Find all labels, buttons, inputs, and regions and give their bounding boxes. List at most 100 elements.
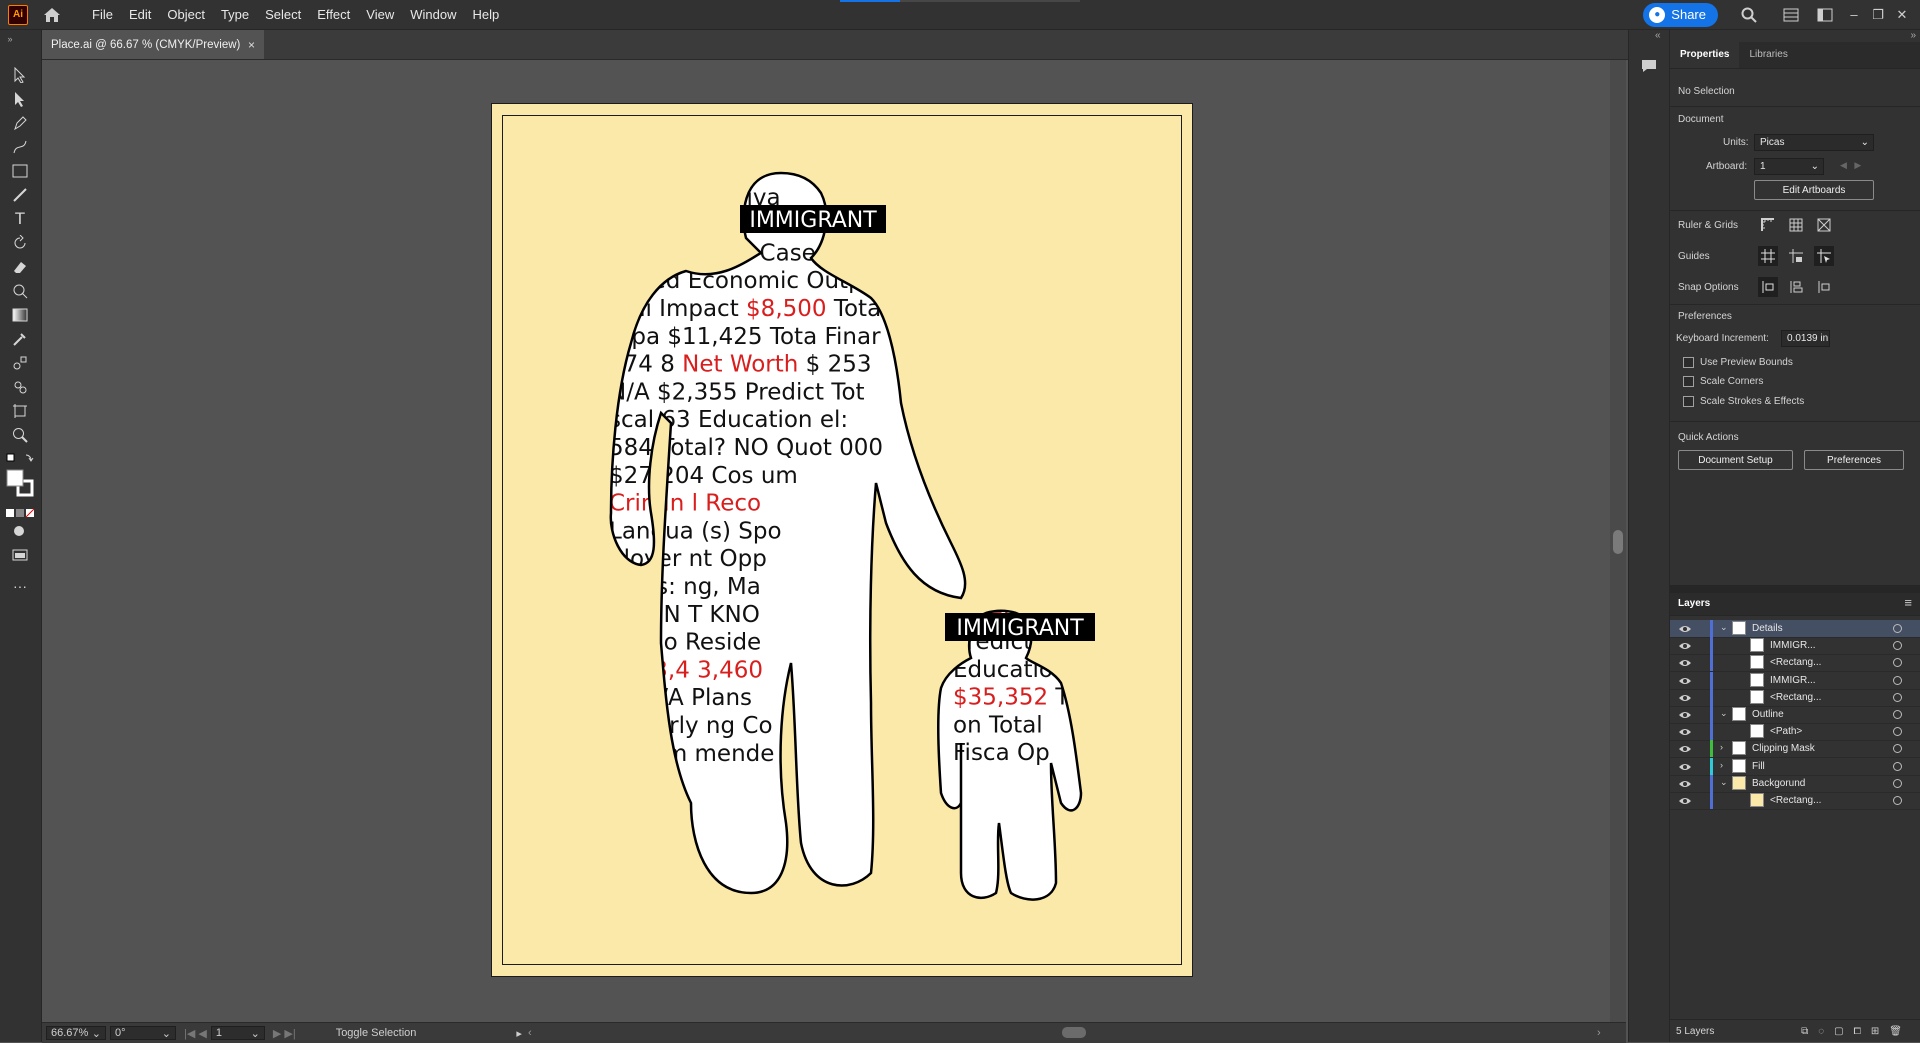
visibility-eye-icon[interactable] — [1678, 762, 1692, 774]
layer-row[interactable]: ⌄ Outline — [1670, 706, 1920, 724]
visibility-eye-icon[interactable] — [1678, 641, 1692, 653]
horizontal-scroll-thumb[interactable] — [1062, 1027, 1086, 1038]
eraser-tool-icon[interactable] — [10, 257, 30, 277]
close-window-icon[interactable]: ✕ — [1890, 7, 1914, 23]
pen-tool-icon[interactable] — [10, 113, 30, 133]
zoom-tool-icon[interactable] — [10, 425, 30, 445]
first-artboard-icon[interactable]: |◀ ◀ — [184, 1027, 207, 1040]
layer-row[interactable]: <Rectang... — [1670, 688, 1920, 707]
layers-menu-icon[interactable]: ≡ — [1904, 595, 1912, 610]
curvature-tool-icon[interactable] — [10, 137, 30, 157]
menu-file[interactable]: File — [84, 0, 121, 29]
chevron-right-icon[interactable]: › — [1720, 742, 1723, 752]
fill-stroke-swatch-icon[interactable] — [5, 468, 35, 498]
visibility-eye-icon[interactable] — [1678, 624, 1692, 636]
visibility-eye-icon[interactable] — [1678, 744, 1692, 756]
home-icon[interactable] — [42, 5, 62, 25]
snap-to-pixel-icon[interactable] — [1786, 277, 1806, 297]
rotate-tool-icon[interactable] — [10, 233, 30, 253]
gradient-tool-icon[interactable] — [10, 305, 30, 325]
workspace-switcher-icon[interactable] — [1814, 4, 1836, 26]
scroll-right-icon[interactable]: › — [1597, 1027, 1601, 1039]
restore-icon[interactable]: ❐ — [1866, 7, 1890, 23]
document-tab[interactable]: Place.ai @ 66.67 % (CMYK/Preview) × — [42, 30, 264, 59]
layer-target-icon[interactable] — [1893, 658, 1902, 668]
menu-type[interactable]: Type — [213, 0, 257, 29]
layers-actions-icons[interactable]: ⧉◌▢⧠⊞🗑 — [1801, 1026, 1912, 1037]
layer-row[interactable]: IMMIGR... — [1670, 637, 1920, 656]
paintbrush-tool-icon[interactable] — [10, 185, 30, 205]
layer-target-icon[interactable] — [1893, 727, 1902, 737]
screen-mode-icon[interactable] — [10, 545, 30, 565]
perspective-grid-icon[interactable] — [1814, 215, 1834, 235]
chevron-down-icon[interactable]: ⌄ — [1720, 777, 1728, 788]
smart-guides-icon[interactable] — [1814, 246, 1834, 266]
artboard[interactable]: ountryethod of ArrivaAge: 32 Sex: M BloP… — [491, 103, 1193, 977]
artboard-navigator-field[interactable]: 1 ⌄ — [210, 1026, 265, 1040]
chevron-down-icon[interactable]: ⌄ — [1720, 622, 1728, 633]
ruler-icon[interactable] — [1758, 215, 1778, 235]
arrange-documents-icon[interactable] — [1780, 4, 1802, 26]
layer-row[interactable]: <Rectang... — [1670, 792, 1920, 810]
vertical-scroll-thumb[interactable] — [1613, 530, 1623, 554]
draw-mode-icon[interactable] — [10, 521, 30, 541]
blend-tool-icon[interactable] — [10, 353, 30, 373]
show-guides-icon[interactable] — [1758, 246, 1778, 266]
layer-row[interactable]: › Clipping Mask — [1670, 740, 1920, 759]
menu-effect[interactable]: Effect — [309, 0, 358, 29]
default-colors-icon[interactable] — [6, 449, 34, 469]
layer-target-icon[interactable] — [1893, 710, 1902, 719]
chevron-right-icon[interactable]: › — [1720, 760, 1723, 770]
artboard-select[interactable]: 1 ⌄ — [1754, 158, 1824, 175]
zoom-field[interactable]: 66.67% ⌄ — [46, 1026, 106, 1040]
preferences-button[interactable]: Preferences — [1804, 450, 1904, 470]
menu-help[interactable]: Help — [464, 0, 507, 29]
status-menu-arrow-icon[interactable]: ▸ — [516, 1027, 522, 1040]
collapse-toolbar-icon[interactable]: » — [4, 34, 16, 44]
chevron-down-icon[interactable]: ⌄ — [1720, 708, 1728, 719]
layer-target-icon[interactable] — [1893, 778, 1902, 788]
layer-row[interactable]: ⌄ Details — [1670, 620, 1920, 638]
layer-target-icon[interactable] — [1893, 641, 1902, 651]
tab-properties[interactable]: Properties — [1670, 42, 1740, 68]
search-icon[interactable] — [1738, 4, 1760, 26]
visibility-eye-icon[interactable] — [1678, 779, 1692, 791]
units-select[interactable]: Picas ⌄ — [1754, 134, 1874, 151]
comments-icon[interactable] — [1639, 56, 1659, 76]
layer-row[interactable]: IMMIGR... — [1670, 671, 1920, 690]
menu-view[interactable]: View — [358, 0, 402, 29]
visibility-eye-icon[interactable] — [1678, 658, 1692, 670]
visibility-eye-icon[interactable] — [1678, 727, 1692, 739]
visibility-eye-icon[interactable] — [1678, 693, 1692, 705]
edit-artboards-button[interactable]: Edit Artboards — [1754, 180, 1874, 200]
color-mode-icons[interactable] — [5, 503, 35, 523]
layer-target-icon[interactable] — [1893, 692, 1902, 702]
share-button[interactable]: ● Share — [1643, 2, 1718, 27]
layer-row[interactable]: <Path> — [1670, 723, 1920, 742]
visibility-eye-icon[interactable] — [1678, 796, 1692, 808]
layer-target-icon[interactable] — [1893, 796, 1902, 805]
snap-to-glyph-icon[interactable] — [1814, 277, 1834, 297]
document-setup-button[interactable]: Document Setup — [1678, 450, 1793, 470]
vertical-scrollbar[interactable] — [1610, 60, 1626, 1022]
visibility-eye-icon[interactable] — [1678, 676, 1692, 688]
use-preview-bounds-checkbox[interactable] — [1683, 357, 1694, 368]
type-tool-icon[interactable]: T — [10, 209, 30, 229]
selection-tool-icon[interactable] — [10, 65, 30, 85]
scale-strokes-checkbox[interactable] — [1683, 396, 1694, 407]
menu-object[interactable]: Object — [159, 0, 213, 29]
free-transform-tool-icon[interactable] — [10, 281, 30, 301]
layer-target-icon[interactable] — [1893, 744, 1902, 754]
tab-libraries[interactable]: Libraries — [1739, 42, 1797, 68]
layer-row[interactable]: <Rectang... — [1670, 654, 1920, 673]
symbol-sprayer-tool-icon[interactable] — [10, 377, 30, 397]
scroll-left-icon[interactable]: ‹ — [528, 1027, 532, 1039]
layer-target-icon[interactable] — [1893, 675, 1902, 685]
keyboard-increment-input[interactable]: 0.0139 in — [1781, 330, 1830, 347]
minimize-icon[interactable]: – — [1842, 7, 1866, 22]
menu-window[interactable]: Window — [402, 0, 464, 29]
menu-select[interactable]: Select — [257, 0, 309, 29]
artboard-tool-icon[interactable] — [10, 401, 30, 421]
eyedropper-tool-icon[interactable] — [10, 329, 30, 349]
visibility-eye-icon[interactable] — [1678, 710, 1692, 722]
